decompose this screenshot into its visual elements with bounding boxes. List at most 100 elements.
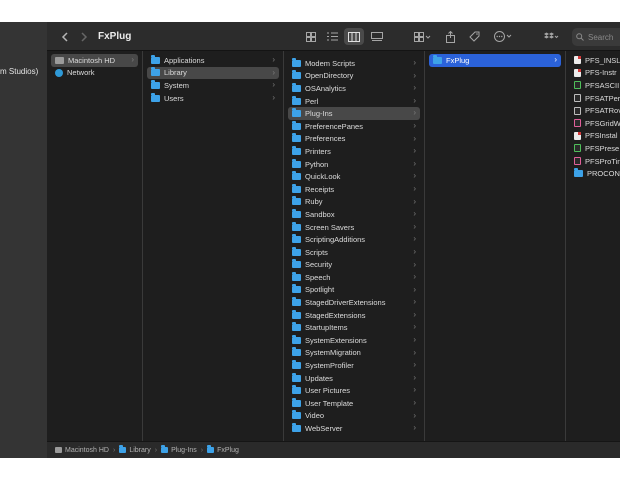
list-item[interactable]: Library › — [147, 66, 279, 80]
list-item[interactable]: Security › — [288, 259, 420, 272]
chevron-right-icon: › — [413, 322, 416, 332]
path-segment[interactable]: Library — [129, 447, 150, 454]
folder-icon — [292, 246, 301, 256]
list-item[interactable]: Applications › — [147, 54, 279, 67]
list-item-label: ScriptingAdditions — [305, 235, 366, 245]
list-item-label: OSAnalytics — [305, 83, 346, 93]
list-item[interactable]: PROCONN — [570, 167, 620, 180]
list-item[interactable]: SystemProfiler › — [288, 359, 420, 372]
forward-button[interactable] — [77, 22, 91, 51]
chevron-right-icon: › — [413, 259, 416, 269]
list-item[interactable]: StagedDriverExtensions › — [288, 296, 420, 309]
list-item[interactable]: Speech › — [288, 271, 420, 284]
list-item[interactable]: ScriptingAdditions › — [288, 233, 420, 246]
list-item[interactable]: PFSASCII — [570, 79, 620, 92]
list-item[interactable]: User Template › — [288, 397, 420, 410]
list-item-label: Network — [67, 68, 95, 78]
chevron-right-icon: › — [413, 183, 416, 193]
list-item[interactable]: PFS_INSL — [570, 54, 620, 67]
list-view-button[interactable] — [323, 22, 341, 51]
list-item-label: PFSATRov — [585, 106, 620, 116]
list-item[interactable]: SystemMigration › — [288, 347, 420, 360]
list-item[interactable]: FxPlug › — [429, 54, 561, 67]
list-item-label: Scripts — [305, 247, 328, 257]
column-fxplug: PFS_INSL PFS-Instr PFSASCII PFSATPer PFSATRo… — [566, 51, 620, 441]
path-segment[interactable]: Macintosh HD — [65, 447, 109, 454]
list-item[interactable]: Video › — [288, 410, 420, 423]
list-item[interactable]: StartupItems › — [288, 321, 420, 334]
list-item[interactable]: StagedExtensions › — [288, 309, 420, 322]
path-segment[interactable]: Plug-Ins — [171, 447, 197, 454]
list-item[interactable]: Receipts › — [288, 183, 420, 196]
list-item[interactable]: Preferences › — [288, 133, 420, 146]
list-item[interactable]: Users › — [147, 92, 279, 105]
sidebar-item-label[interactable]: m Studios) — [0, 67, 38, 76]
list-item[interactable]: PreferencePanes › — [288, 120, 420, 133]
back-button[interactable] — [57, 22, 71, 51]
chevron-right-icon: › — [200, 446, 204, 454]
list-item[interactable]: PFSInstal — [570, 130, 620, 143]
list-item[interactable]: Plug-Ins › — [288, 107, 420, 120]
list-item[interactable]: PFSProTin — [570, 155, 620, 168]
chevron-right-icon: › — [413, 335, 416, 345]
list-item-label: PreferencePanes — [305, 121, 363, 131]
share-button[interactable] — [443, 22, 457, 51]
list-item-label: Screen Savers — [305, 222, 355, 232]
columns-icon — [348, 31, 360, 42]
list-item[interactable]: Updates › — [288, 372, 420, 385]
icon-view-button[interactable] — [302, 22, 320, 51]
chevron-right-icon: › — [272, 80, 275, 90]
list-item[interactable]: OpenDirectory › — [288, 70, 420, 83]
folder-icon — [292, 322, 301, 332]
folder-icon — [292, 196, 301, 206]
list-item[interactable]: Macintosh HD › — [51, 54, 138, 67]
list-item-label: Security — [305, 260, 333, 270]
list-icon — [326, 32, 338, 41]
search-icon — [576, 33, 584, 41]
list-item[interactable]: User Pictures › — [288, 384, 420, 397]
share-icon — [445, 30, 455, 43]
list-item[interactable]: Printers › — [288, 145, 420, 158]
list-item[interactable]: WebServer › — [288, 422, 420, 435]
list-item[interactable]: PFSGridW — [570, 117, 620, 130]
list-item[interactable]: PFSATPer — [570, 92, 620, 105]
list-item-label: OpenDirectory — [305, 71, 354, 81]
list-item[interactable]: Ruby › — [288, 196, 420, 209]
list-item[interactable]: Scripts › — [288, 246, 420, 259]
folder-icon — [292, 120, 301, 130]
list-item[interactable]: Spotlight › — [288, 284, 420, 297]
folder-icon — [292, 410, 301, 420]
tag-button[interactable] — [467, 22, 481, 51]
folder-icon — [292, 234, 301, 244]
list-item[interactable]: Screen Savers › — [288, 221, 420, 234]
chevron-right-icon: › — [413, 423, 416, 433]
list-item[interactable]: Perl › — [288, 95, 420, 108]
list-item[interactable]: PFSPrese — [570, 142, 620, 155]
search-field[interactable]: Search — [572, 28, 620, 46]
group-button[interactable] — [411, 22, 435, 51]
path-segment[interactable]: FxPlug — [217, 447, 239, 454]
list-item-label: SystemProfiler — [305, 361, 354, 371]
list-item[interactable]: Sandbox › — [288, 208, 420, 221]
chevron-right-icon: › — [413, 120, 416, 130]
folder-icon — [151, 92, 160, 102]
list-item[interactable]: QuickLook › — [288, 170, 420, 183]
list-item-label: PFSPrese — [585, 143, 620, 153]
more-actions-button[interactable] — [491, 22, 515, 51]
gallery-view-button[interactable] — [368, 22, 386, 51]
dropbox-button[interactable] — [540, 22, 562, 51]
column-view-button[interactable] — [344, 28, 364, 45]
list-item[interactable]: Modem Scripts › — [288, 57, 420, 70]
chevron-right-icon: › — [413, 83, 416, 93]
list-item[interactable]: OSAnalytics › — [288, 82, 420, 95]
folder-icon — [292, 183, 301, 193]
list-item[interactable]: PFS-Instr — [570, 67, 620, 80]
list-item[interactable]: System › — [147, 79, 279, 92]
list-item[interactable]: Python › — [288, 158, 420, 171]
list-item[interactable]: SystemExtensions › — [288, 334, 420, 347]
list-item[interactable]: Network — [51, 67, 138, 80]
list-item-label: PFSGridW — [585, 118, 620, 128]
chevron-right-icon: › — [154, 446, 158, 454]
list-item[interactable]: PFSATRov — [570, 104, 620, 117]
column-locations: Macintosh HD › Network — [47, 51, 143, 441]
